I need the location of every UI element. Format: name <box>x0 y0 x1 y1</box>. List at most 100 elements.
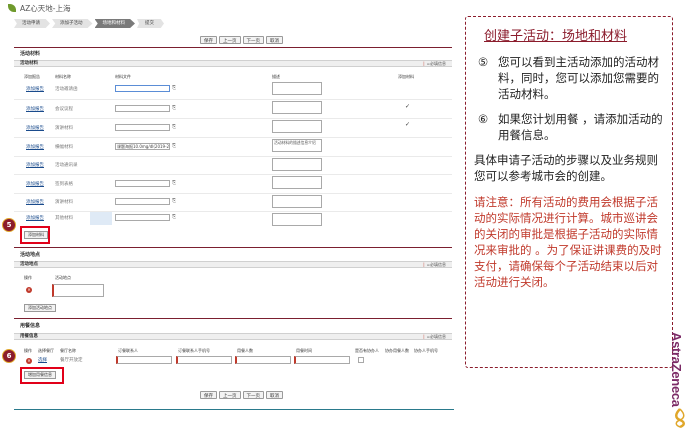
material-name: 会议议程 <box>55 107 73 112</box>
add-report-link[interactable]: 添加报告 <box>26 162 44 168</box>
brand-symbol-icon <box>675 408 685 428</box>
contact-input[interactable] <box>116 356 172 364</box>
upload-icon[interactable]: ⎘ <box>172 180 176 186</box>
step-marker-6: 6 <box>2 349 16 363</box>
prev-page-button[interactable]: 上一页 <box>219 36 241 44</box>
material-name: 其他材料 <box>55 216 73 221</box>
col-material-name: 材料名称 <box>55 74 71 79</box>
row-divider <box>14 193 452 194</box>
add-report-link[interactable]: 添加报告 <box>26 199 44 205</box>
material-name: 演讲材料 <box>55 126 73 131</box>
add-report-link[interactable]: 添加报告 <box>26 181 44 187</box>
material-file-input[interactable] <box>115 85 170 92</box>
callout-panel: 创建子活动：场地和材料 ⑤ 您可以看到主活动添加的活动材料，同时，您可以添加您需… <box>465 16 673 368</box>
add-material-button[interactable]: 添加材料 <box>24 231 48 239</box>
col-operation: 操作 <box>24 348 32 353</box>
col-contact-phone: 订餐联系人手机号 <box>178 348 210 353</box>
add-report-link[interactable]: 添加报告 <box>26 125 44 131</box>
upload-icon[interactable]: ⎘ <box>172 124 176 130</box>
upload-icon[interactable]: ⎘ <box>172 105 176 111</box>
material-desc-textarea[interactable] <box>272 213 322 226</box>
material-desc-textarea[interactable] <box>272 195 322 208</box>
callout-item-5: ⑤ 您可以看到主活动添加的活动材料，同时，您可以添加您需要的活动材料。 <box>474 54 666 102</box>
added-check-icon: ✓ <box>405 121 411 128</box>
divider <box>14 47 452 48</box>
diners-input[interactable] <box>235 356 291 364</box>
catering-section-title: 用餐信息 <box>20 323 41 329</box>
material-file-input[interactable] <box>115 124 170 131</box>
col-coorganizer-phone: 协办人手机号 <box>414 348 438 353</box>
material-desc-textarea[interactable] <box>272 120 322 133</box>
upload-icon[interactable]: ⎘ <box>172 85 176 91</box>
add-report-link[interactable]: 添加报告 <box>26 215 44 221</box>
save-button[interactable]: 保存 <box>200 36 217 44</box>
col-diners: 用餐人数 <box>237 348 253 353</box>
required-legend: =必填信息 <box>423 61 446 67</box>
materials-subheader-title: 活动材料 <box>20 61 38 66</box>
material-desc-textarea[interactable] <box>272 82 322 95</box>
col-operation: 操作 <box>24 275 32 280</box>
row-divider <box>14 174 452 175</box>
cancel-button[interactable]: 取消 <box>266 36 283 44</box>
material-file-input[interactable] <box>115 105 170 112</box>
upload-icon[interactable]: ⎘ <box>172 214 176 220</box>
step-submit[interactable]: 提交 <box>137 19 164 28</box>
step-add-sub-activity[interactable]: 添加子活动 <box>52 19 93 28</box>
add-venue-button[interactable]: 添加活动地点 <box>24 304 56 312</box>
materials-section-title: 活动材料 <box>20 51 41 57</box>
cancel-button[interactable]: 取消 <box>266 391 283 399</box>
callout-note: 请注意：所有活动的费用会根据子活动的实际情况进行计算。城市巡讲会的关闭的审批是根… <box>474 194 666 290</box>
material-desc-textarea[interactable] <box>272 101 322 114</box>
material-file-input[interactable]: 课题海报10.0mg/dl(2019-201 <box>115 143 170 150</box>
row-divider <box>14 118 452 119</box>
callout-note-text: 请注意：所有活动的费用会根据子活动的实际情况进行计算。城市巡讲会的关闭的审批是根… <box>474 195 662 289</box>
app-header: AZ心天地-上海 <box>8 2 448 14</box>
delete-meal-icon[interactable]: ✕ <box>26 358 32 364</box>
callout-reference: 具体申请子活动的步骤以及业务规则您可以参考城市会的创建。 <box>474 152 666 184</box>
contact-phone-input[interactable] <box>176 356 232 364</box>
material-file-input[interactable] <box>115 214 170 221</box>
col-restaurant-name: 餐厅名称 <box>60 348 76 353</box>
save-button[interactable]: 保存 <box>200 391 217 399</box>
col-venue: 活动地点 <box>55 275 71 280</box>
venue-subheader-title: 活动地点 <box>20 262 38 267</box>
step-activity-request[interactable]: 活动申请 <box>14 19 50 28</box>
add-meal-button[interactable]: 增加用餐信息 <box>24 371 56 379</box>
required-legend: =必填信息 <box>423 334 446 340</box>
delete-venue-icon[interactable]: ✕ <box>26 287 32 293</box>
upload-icon[interactable]: ⎘ <box>172 198 176 204</box>
upload-icon[interactable]: ⎘ <box>172 143 176 149</box>
select-restaurant-link[interactable]: 选择 <box>38 357 47 363</box>
app-logo-icon <box>8 4 16 12</box>
material-desc-textarea[interactable] <box>272 176 322 189</box>
material-name: 横幅材料 <box>55 145 73 150</box>
material-desc-textarea[interactable] <box>272 158 322 171</box>
col-contact: 订餐联系人 <box>118 348 138 353</box>
coorganizer-checkbox[interactable] <box>358 357 364 363</box>
material-file-input[interactable] <box>115 198 170 205</box>
add-report-link[interactable]: 添加报告 <box>26 144 44 150</box>
col-material-file: 材料文件 <box>115 74 131 79</box>
material-desc-textarea[interactable]: 活动材料的描述信息介绍 <box>272 139 322 152</box>
venue-input[interactable] <box>52 284 104 297</box>
venue-subheader: 活动地点 =必填信息 <box>14 261 452 268</box>
add-report-link[interactable]: 添加报告 <box>26 106 44 112</box>
required-legend: =必填信息 <box>423 262 446 268</box>
next-page-button[interactable]: 下一页 <box>242 391 264 399</box>
divider <box>14 247 452 248</box>
prev-page-button[interactable]: 上一页 <box>219 391 241 399</box>
row-divider <box>14 156 452 157</box>
callout-item-6: ⑥ 如果您计划用餐 ，请添加活动的用餐信息。 <box>474 111 666 143</box>
next-page-button[interactable]: 下一页 <box>242 36 264 44</box>
material-name: 活动邀请函 <box>55 87 78 92</box>
row-divider <box>14 137 452 138</box>
add-report-link[interactable]: 添加报告 <box>26 86 44 92</box>
material-file-input[interactable] <box>115 180 170 187</box>
meal-time-input[interactable] <box>294 356 350 364</box>
callout-text: 您可以看到主活动添加的活动材料，同时，您可以添加您需要的活动材料。 <box>498 55 659 101</box>
restaurant-name: 餐厅开放定 <box>60 358 83 363</box>
col-meal-time: 用餐时间 <box>296 348 312 353</box>
added-check-icon: ✓ <box>405 103 411 110</box>
row-divider <box>14 211 452 212</box>
step-venue-materials[interactable]: 场地和材料 <box>94 19 135 28</box>
